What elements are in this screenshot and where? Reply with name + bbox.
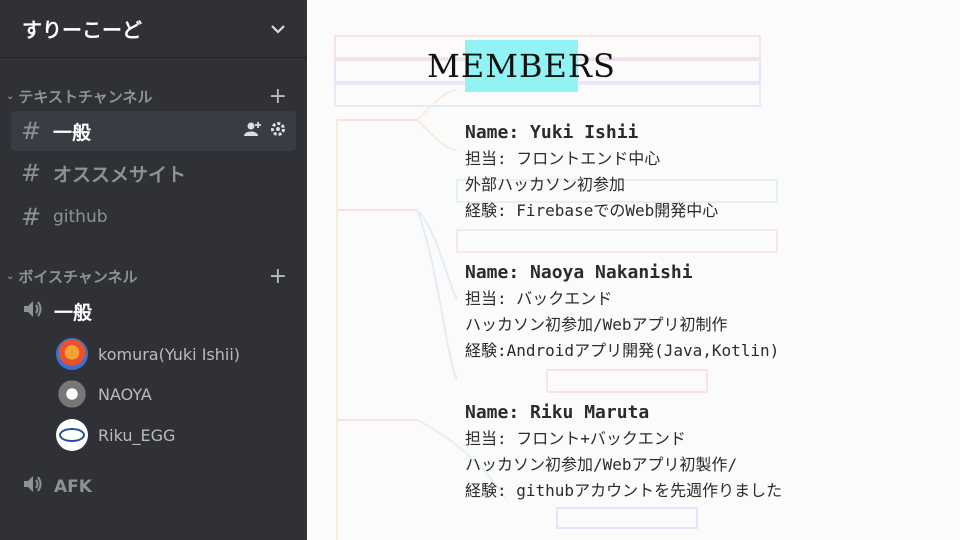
category-label: ボイスチャンネル [18,268,138,286]
member-name: Riku_EGG [98,425,176,445]
voice-channel-category[interactable]: ⌄ ボイスチャンネル + [6,264,287,289]
hash-icon: # [21,117,42,145]
screen-share-slide: MEMBERS Name: Yuki Ishii 担当: フロントエンド中心 外… [307,0,960,540]
hash-icon: # [21,203,42,231]
member-line: 経験: FirebaseでのWeb開発中心 [465,201,719,220]
server-name: すりーこーど [22,18,142,42]
member-line: 担当: フロントエンド中心 [465,149,661,168]
member-name: komura(Yuki Ishii) [98,344,241,364]
member-name: Name: Yuki Ishii [465,122,639,143]
voice-member[interactable]: komura(Yuki Ishii) [56,338,240,370]
member-line: 担当: バックエンド [465,289,613,308]
member-name: Name: Naoya Nakanishi [465,262,693,283]
member-name: NAOYA [98,384,152,404]
text-channel-github[interactable]: # github [11,197,296,237]
avatar [56,419,88,451]
text-channel-category[interactable]: ⌄ テキストチャンネル + [6,84,287,109]
avatar [56,378,88,410]
slide-title: MEMBERS [427,40,615,92]
member-block: Name: Riku Maruta 担当: フロント+バックエンド ハッカソン初… [465,400,782,504]
member-line: 経験:Androidアプリ開発(Java,Kotlin) [465,341,780,360]
hash-icon: # [21,159,42,187]
speaker-icon [22,299,44,324]
channel-label: AFK [54,476,92,497]
member-block: Name: Naoya Nakanishi 担当: バックエンド ハッカソン初参… [465,260,779,364]
channel-label: github [53,207,108,227]
voice-member[interactable]: NAOYA [56,378,152,410]
member-line: 担当: フロント+バックエンド [465,429,686,448]
gear-icon[interactable] [270,121,286,141]
voice-channel-afk[interactable]: AFK [22,474,92,499]
category-label: テキストチャンネル [18,88,153,106]
channel-sidebar: すりーこーど ⌄ テキストチャンネル + # 一般 # オススメサイト # git… [0,0,307,540]
category-collapse-icon: ⌄ [6,271,15,282]
category-collapse-icon: ⌄ [6,91,15,102]
add-channel-icon[interactable]: + [269,84,287,109]
text-channel-osusume[interactable]: # オススメサイト [11,153,296,193]
text-channel-general[interactable]: # 一般 [11,111,296,151]
voice-member[interactable]: Riku_EGG [56,419,175,451]
server-header[interactable]: すりーこーど [0,0,307,58]
invite-member-icon[interactable] [244,121,262,141]
channel-label: 一般 [53,121,92,144]
member-block: Name: Yuki Ishii 担当: フロントエンド中心 外部ハッカソン初参… [465,120,718,224]
member-line: 経験: githubアカウントを先週作りました [465,481,783,500]
channel-label: オススメサイト [53,163,187,186]
chevron-down-icon[interactable] [271,19,285,38]
voice-channel-general[interactable]: 一般 [22,298,92,325]
channel-label: 一般 [54,302,93,324]
member-name: Name: Riku Maruta [465,402,650,423]
avatar [56,338,88,370]
member-line: ハッカソン初参加/Webアプリ初製作/ [465,455,738,474]
add-channel-icon[interactable]: + [269,264,287,289]
member-line: 外部ハッカソン初参加 [465,175,626,194]
speaker-icon [22,474,44,499]
member-line: ハッカソン初参加/Webアプリ初制作 [465,315,728,334]
